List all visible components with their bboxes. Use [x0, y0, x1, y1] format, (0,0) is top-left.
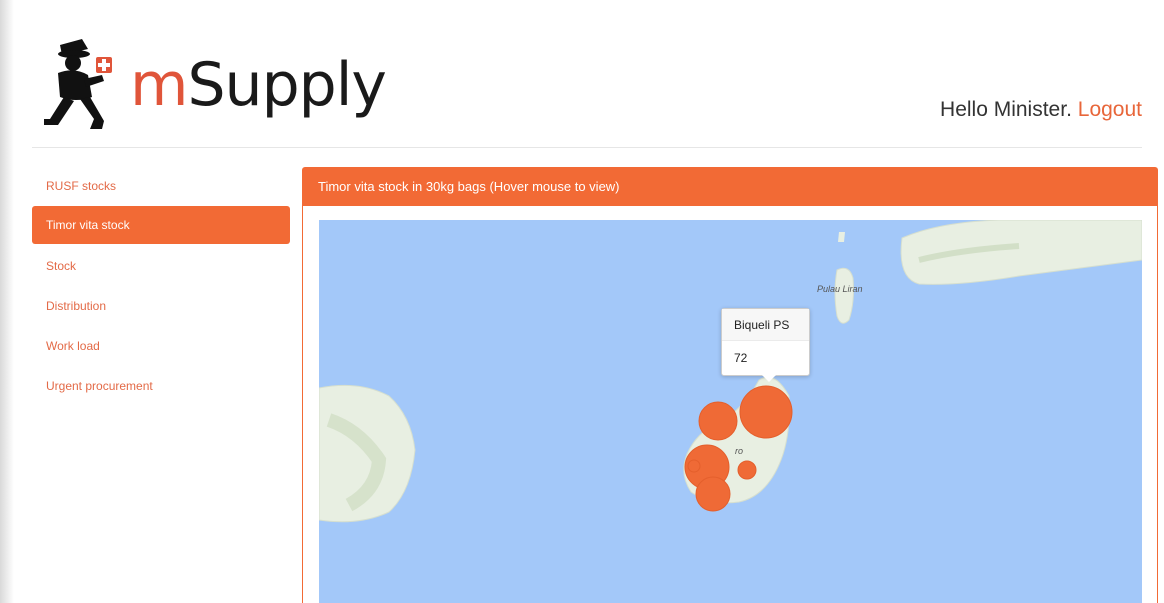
- sidebar-nav: RUSF stocks Timor vita stock Stock Distr…: [32, 166, 290, 406]
- stock-map[interactable]: Pulau Liran ro Biqueli PS 72: [319, 220, 1142, 603]
- sidebar-item-stock[interactable]: Stock: [32, 246, 290, 286]
- tooltip-stock-value: 72: [734, 351, 748, 365]
- map-tooltip: Biqueli PS 72: [721, 308, 810, 382]
- map-label-pulau-liran: Pulau Liran: [817, 284, 863, 294]
- logo-wordmark-rest: Supply: [187, 50, 386, 120]
- tooltip-location-name: Biqueli PS: [722, 309, 809, 341]
- sidebar-item-work-load[interactable]: Work load: [32, 326, 290, 366]
- map-label-town: ro: [735, 446, 744, 456]
- map-island-liran: [834, 267, 854, 324]
- stock-marker[interactable]: [737, 460, 757, 480]
- map-islet-north: [838, 232, 845, 242]
- sidebar-item-urgent-procurement[interactable]: Urgent procurement: [32, 366, 290, 406]
- map-canvas: [319, 220, 1142, 523]
- running-courier-icon: [44, 39, 112, 129]
- stock-marker[interactable]: [687, 459, 701, 473]
- stock-marker[interactable]: [698, 401, 738, 441]
- stock-map-panel: Timor vita stock in 30kg bags (Hover mou…: [302, 167, 1158, 603]
- greeting-text: Hello Minister.: [940, 98, 1072, 121]
- msupply-logo: mSupply: [40, 30, 480, 140]
- logo-wordmark-m: m: [130, 50, 188, 120]
- window-edge-shadow: [0, 0, 14, 603]
- map-landmass-northeast: [900, 220, 1142, 285]
- logout-link[interactable]: Logout: [1078, 98, 1142, 121]
- sidebar-item-rusf-stocks[interactable]: RUSF stocks: [32, 166, 290, 206]
- page-header: mSupply Hello Minister. Logout: [14, 0, 1164, 150]
- sidebar-item-timor-vita-stock[interactable]: Timor vita stock: [32, 206, 290, 244]
- sidebar-item-distribution[interactable]: Distribution: [32, 286, 290, 326]
- header-divider: [32, 147, 1142, 148]
- tooltip-pointer: [762, 375, 776, 382]
- stock-marker[interactable]: [739, 385, 793, 439]
- user-greeting: Hello Minister. Logout: [940, 98, 1142, 122]
- logo-wordmark: mSupply: [130, 55, 387, 115]
- panel-title: Timor vita stock in 30kg bags (Hover mou…: [303, 168, 1157, 206]
- stock-marker[interactable]: [695, 476, 731, 512]
